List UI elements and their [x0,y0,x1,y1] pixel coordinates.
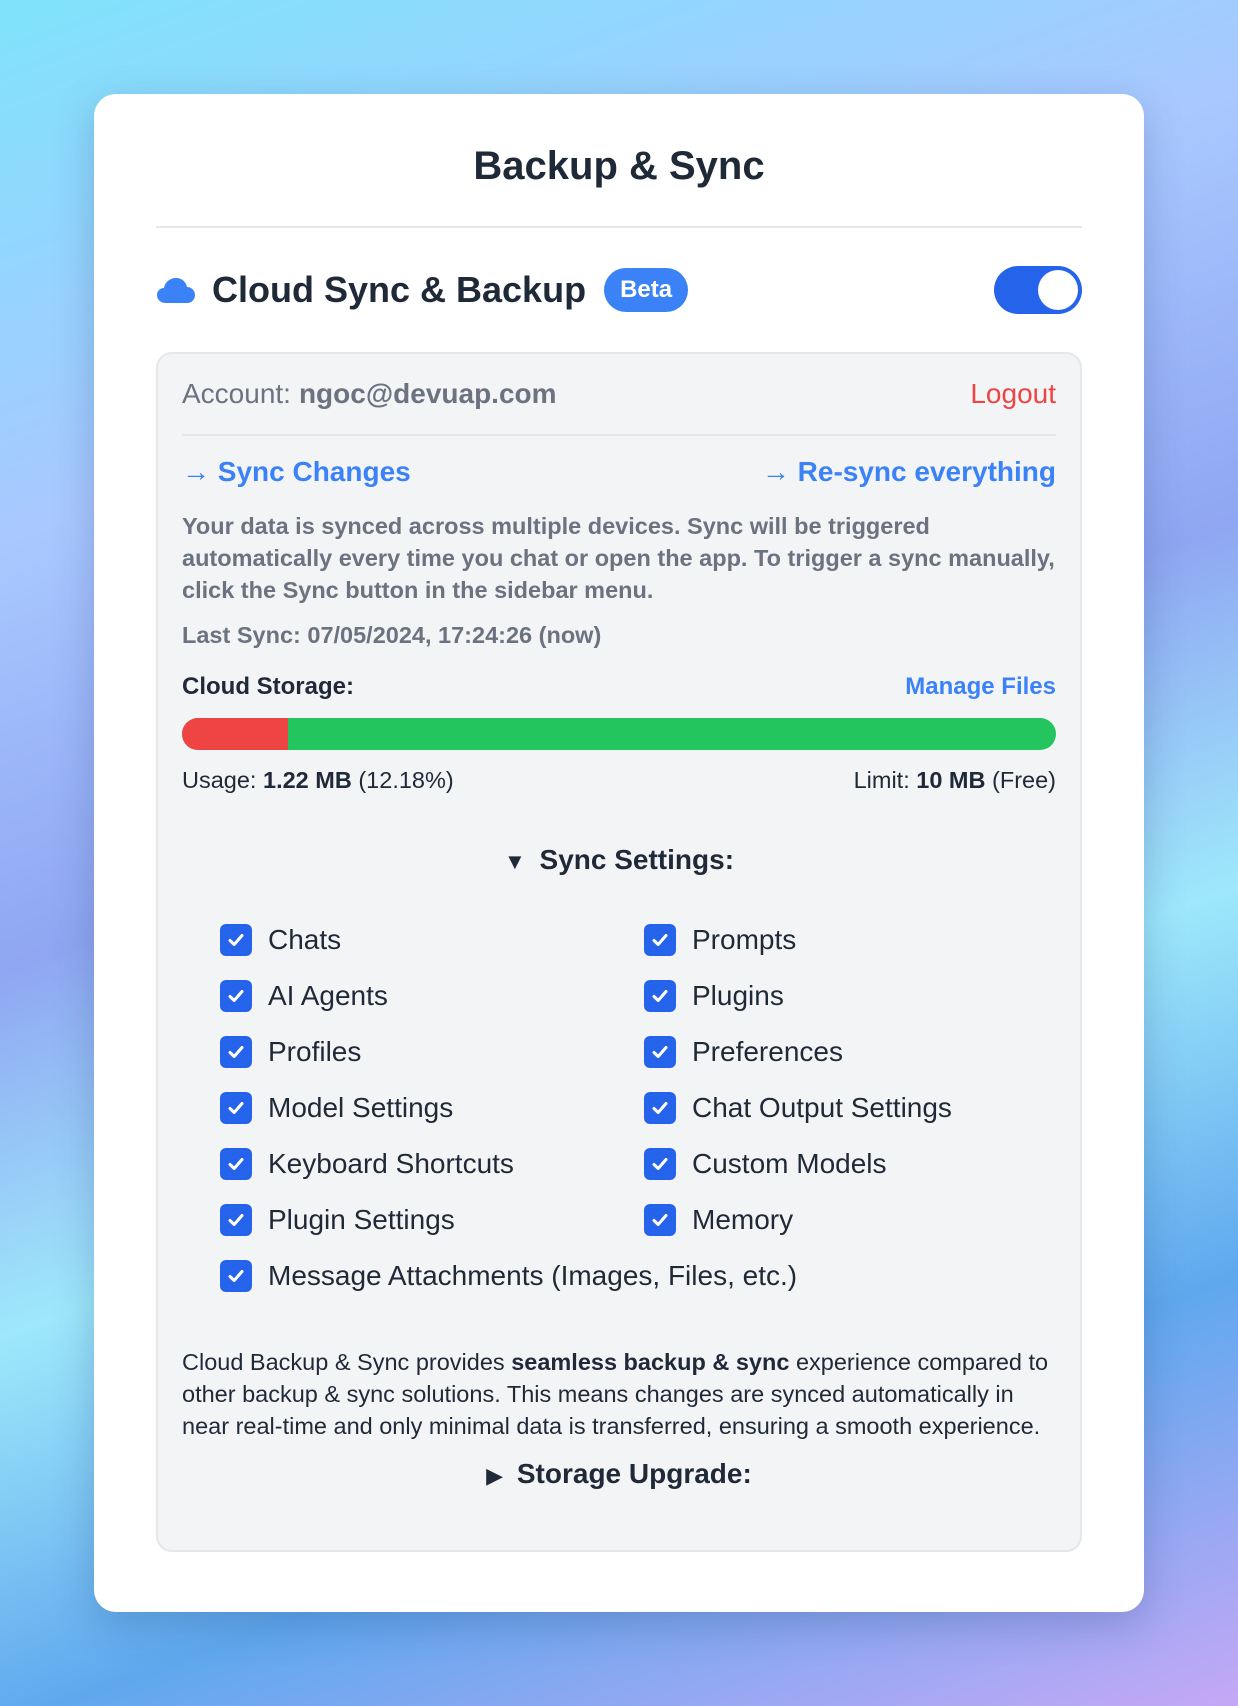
checkbox-checked-icon[interactable] [644,1148,676,1180]
cloud-icon [156,275,196,305]
sync-setting-item[interactable]: Custom Models [644,1136,1064,1192]
sync-setting-item[interactable]: Message Attachments (Images, Files, etc.… [220,1248,1064,1304]
checkbox-checked-icon[interactable] [644,980,676,1012]
sync-setting-label: Keyboard Shortcuts [268,1148,514,1179]
checkbox-checked-icon[interactable] [220,1036,252,1068]
checkbox-checked-icon[interactable] [644,1204,676,1236]
storage-upgrade-title: Storage Upgrade: [516,1458,752,1489]
page-title: Backup & Sync [473,144,765,188]
limit-value: 10 MB [916,766,986,793]
sync-setting-label: Plugin Settings [268,1204,455,1235]
sync-setting-item[interactable]: Plugins [644,968,1064,1024]
footer-bold: seamless backup & sync [511,1349,790,1375]
cloud-sync-header: Cloud Sync & Backup Beta [156,260,1082,320]
usage-text: Usage: 1.22 MB (12.18%) [182,767,454,794]
sync-links-row: → Sync Changes → Re-sync everything [182,436,1056,508]
storage-upgrade-toggle[interactable]: ▶ Storage Upgrade: [182,1458,1056,1498]
checkbox-checked-icon[interactable] [220,1148,252,1180]
sync-settings-toggle[interactable]: ▼ Sync Settings: [182,844,1056,884]
sync-setting-item[interactable]: Keyboard Shortcuts [220,1136,644,1192]
cloud-sync-toggle[interactable] [994,266,1082,314]
usage-row: Usage: 1.22 MB (12.18%) Limit: 10 MB (Fr… [182,764,1056,796]
storage-used-fill [182,718,289,750]
footer-before: Cloud Backup & Sync provides [182,1349,512,1375]
sync-setting-label: Custom Models [692,1148,887,1179]
sync-setting-label: AI Agents [268,980,388,1011]
usage-value: 1.22 MB [263,766,352,793]
sync-setting-label: Profiles [268,1036,362,1067]
account-label: Account: [182,378,291,409]
sync-setting-item[interactable]: Prompts [644,912,1064,968]
limit-text: Limit: 10 MB (Free) [854,767,1056,794]
divider [156,226,1082,228]
usage-label: Usage: [182,766,257,793]
sync-description: Your data is synced across multiple devi… [182,513,1055,603]
sync-setting-item[interactable]: Chat Output Settings [644,1080,1064,1136]
sync-setting-item[interactable]: AI Agents [220,968,644,1024]
checkbox-checked-icon[interactable] [220,924,252,956]
checkbox-checked-icon[interactable] [220,1092,252,1124]
sync-settings-title: Sync Settings: [539,844,735,875]
toggle-knob [1038,270,1078,310]
checkbox-checked-icon[interactable] [644,1092,676,1124]
sync-setting-label: Preferences [692,1036,843,1067]
sync-setting-label: Chats [268,924,342,955]
sync-setting-label: Memory [692,1204,794,1235]
sync-setting-label: Message Attachments (Images, Files, etc.… [268,1260,798,1291]
sync-setting-label: Chat Output Settings [692,1092,952,1123]
triangle-down-icon: ▼ [503,849,526,874]
backup-sync-card: Backup & Sync Cloud Sync & Backup Beta A… [94,94,1144,1612]
usage-percent: (12.18%) [358,766,454,793]
sync-setting-label: Plugins [692,980,784,1011]
account-email: ngoc@devuap.com [298,378,557,409]
triangle-right-icon: ▶ [486,1463,504,1488]
account-row: Account: ngoc@devuap.com Logout [182,354,1056,436]
sync-setting-label: Prompts [692,924,797,955]
storage-row: Cloud Storage: Manage Files [182,670,1056,704]
limit-plan: (Free) [992,766,1056,793]
sync-setting-item[interactable]: Chats [220,912,644,968]
cloud-storage-label: Cloud Storage: [182,673,354,700]
resync-everything-link[interactable]: → Re-sync everything [762,456,1056,488]
sync-setting-label: Model Settings [268,1092,454,1123]
section-title: Cloud Sync & Backup [212,269,587,310]
logout-link[interactable]: Logout [970,378,1056,410]
sync-footer-text: Cloud Backup & Sync provides seamless ba… [182,1346,1056,1442]
checkbox-checked-icon[interactable] [644,1036,676,1068]
sync-changes-link[interactable]: → Sync Changes [182,456,411,488]
beta-badge: Beta [604,268,689,312]
checkbox-checked-icon[interactable] [644,924,676,956]
sync-setting-item[interactable]: Model Settings [220,1080,644,1136]
checkbox-checked-icon[interactable] [220,1204,252,1236]
storage-usage-bar [182,718,1056,750]
sync-setting-item[interactable]: Memory [644,1192,1064,1248]
sync-setting-item[interactable]: Preferences [644,1024,1064,1080]
checkbox-checked-icon[interactable] [220,1260,252,1292]
sync-setting-item[interactable]: Plugin Settings [220,1192,644,1248]
checkbox-checked-icon[interactable] [220,980,252,1012]
sync-setting-item[interactable]: Profiles [220,1024,644,1080]
sync-settings-list: Chats Prompts AI Agents Plugins Profiles Pref… [182,912,1056,1304]
manage-files-link[interactable]: Manage Files [905,673,1056,701]
limit-label: Limit: [853,766,910,793]
sync-panel: Account: ngoc@devuap.com Logout → Sync C… [156,352,1082,1552]
last-sync: Last Sync: 07/05/2024, 17:24:26 (now) [182,622,602,648]
